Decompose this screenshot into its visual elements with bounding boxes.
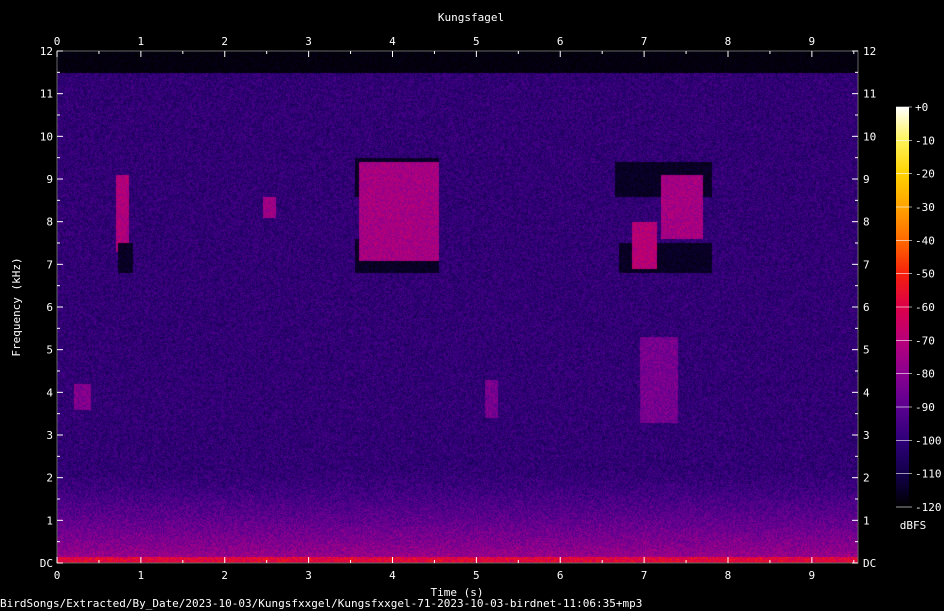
colorbar-tick-label: -100 — [915, 434, 942, 447]
y-tick-label-left: 11 — [40, 88, 53, 101]
y-tick-label-left: 10 — [40, 130, 53, 143]
y-tick-label-left: DC — [40, 557, 53, 570]
x-tick-label-bottom: 6 — [557, 569, 564, 582]
y-tick-label-left: 9 — [46, 173, 53, 186]
spectrogram-image — [57, 51, 858, 563]
colorbar-tick-label: -60 — [915, 301, 935, 314]
colorbar-tick-label: -90 — [915, 401, 935, 414]
x-tick-label-bottom: 4 — [389, 569, 396, 582]
x-tick-label-bottom: 7 — [641, 569, 648, 582]
y-tick-label-left: 5 — [46, 344, 53, 357]
y-tick-label-right: 3 — [863, 429, 870, 442]
y-tick-label-right: 10 — [863, 130, 876, 143]
x-tick-label-bottom: 9 — [809, 569, 816, 582]
y-tick-label-left: 8 — [46, 216, 53, 229]
y-tick-label-right: 6 — [863, 301, 870, 314]
x-tick-label-top: 3 — [305, 35, 312, 48]
y-tick-label-right: 12 — [863, 45, 876, 58]
y-tick-label-right: 7 — [863, 258, 870, 271]
y-tick-label-left: 3 — [46, 429, 53, 442]
colorbar-tick-label: -30 — [915, 201, 935, 214]
colorbar-tick-label: +0 — [915, 101, 928, 114]
x-tick-label-top: 7 — [641, 35, 648, 48]
colorbar-label: dBFS — [900, 519, 927, 532]
spectrogram-chart: Kungsfagel 0123456789 0123456789 DC12345… — [0, 0, 944, 611]
colorbar-tick-label: -70 — [915, 334, 935, 347]
x-tick-label-bottom: 3 — [305, 569, 312, 582]
y-tick-label-right: 9 — [863, 173, 870, 186]
x-tick-label-bottom: 8 — [725, 569, 732, 582]
y-axis-label: Frequency (kHz) — [10, 257, 23, 356]
x-tick-label-top: 2 — [221, 35, 228, 48]
y-tick-label-left: 2 — [46, 472, 53, 485]
y-tick-label-right: 1 — [863, 514, 870, 527]
footer-file-path: BirdSongs/Extracted/By_Date/2023-10-03/K… — [0, 597, 642, 610]
y-tick-label-right: DC — [863, 557, 876, 570]
plot-area — [56, 50, 859, 564]
y-tick-label-left: 4 — [46, 386, 53, 399]
x-tick-label-top: 4 — [389, 35, 396, 48]
colorbar-tick-label: -40 — [915, 234, 935, 247]
y-tick-label-left: 7 — [46, 258, 53, 271]
y-tick-label-right: 5 — [863, 344, 870, 357]
y-tick-label-right: 11 — [863, 88, 876, 101]
x-tick-label-bottom: 2 — [221, 569, 228, 582]
y-tick-label-right: 4 — [863, 386, 870, 399]
colorbar-tick-label: -110 — [915, 468, 942, 481]
x-tick-label-top: 1 — [138, 35, 145, 48]
x-tick-label-top: 5 — [473, 35, 480, 48]
colorbar-tick-label: -20 — [915, 168, 935, 181]
x-tick-label-bottom: 1 — [138, 569, 145, 582]
y-tick-label-left: 1 — [46, 514, 53, 527]
colorbar-tick-label: -10 — [915, 134, 935, 147]
colorbar-tick-label: -120 — [915, 501, 942, 514]
x-tick-label-top: 9 — [809, 35, 816, 48]
y-tick-label-right: 2 — [863, 472, 870, 485]
chart-title: Kungsfagel — [438, 11, 504, 24]
x-tick-label-bottom: 0 — [54, 569, 61, 582]
y-tick-label-left: 6 — [46, 301, 53, 314]
x-tick-label-top: 8 — [725, 35, 732, 48]
y-tick-label-left: 12 — [40, 45, 53, 58]
colorbar-tick-label: -80 — [915, 368, 935, 381]
x-tick-label-top: 6 — [557, 35, 564, 48]
x-tick-label-bottom: 5 — [473, 569, 480, 582]
x-tick-label-top: 0 — [54, 35, 61, 48]
y-tick-label-right: 8 — [863, 216, 870, 229]
colorbar-tick-label: -50 — [915, 268, 935, 281]
